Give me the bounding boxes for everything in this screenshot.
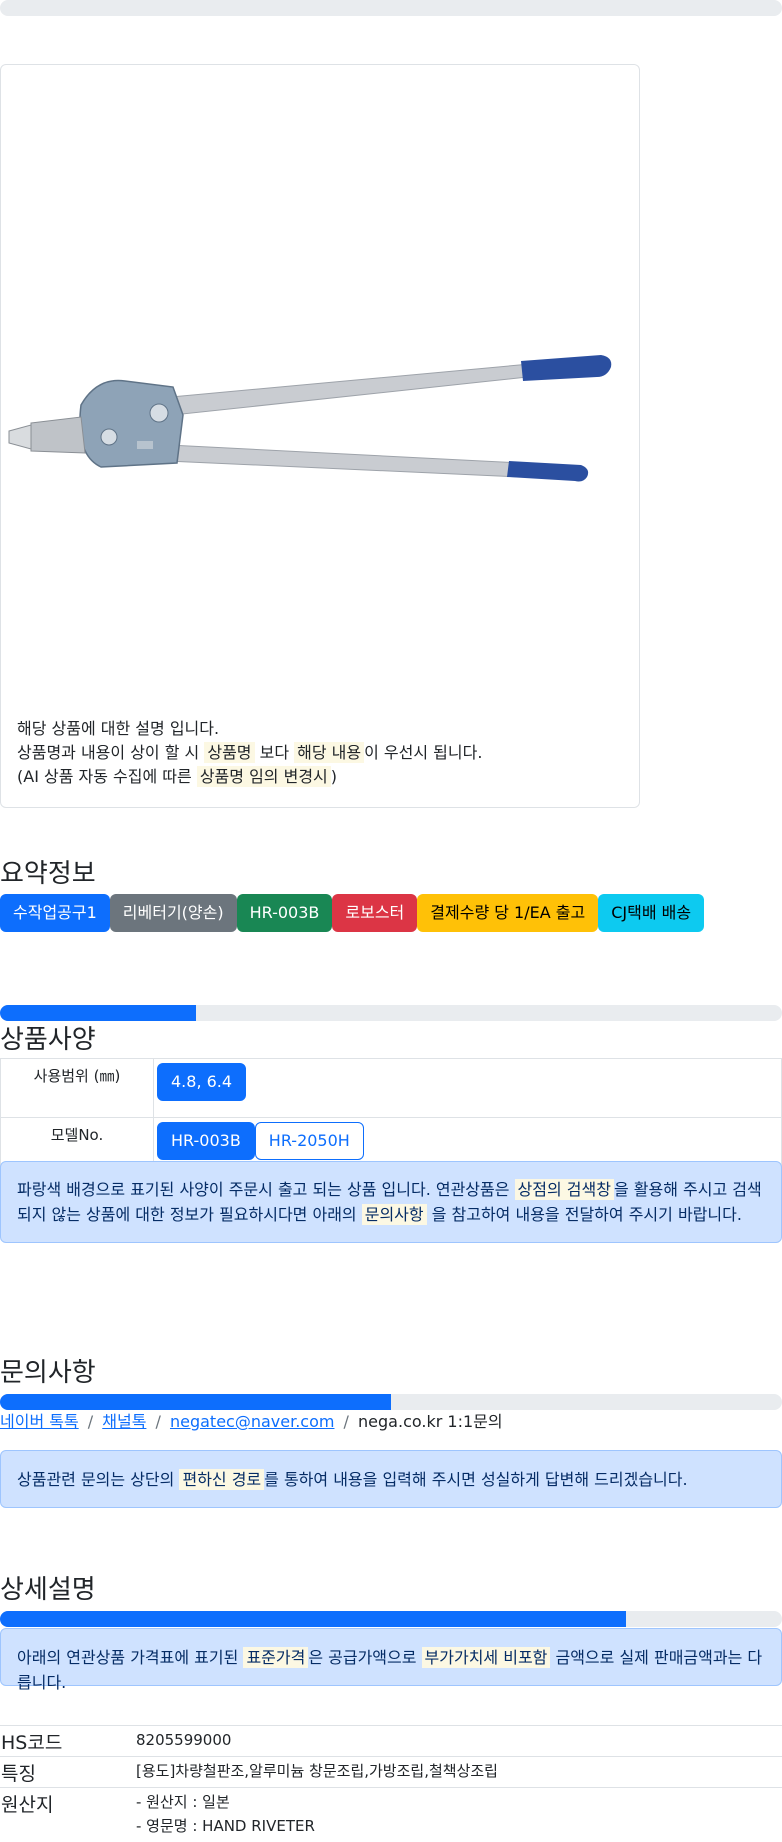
summary-badge: 로보스터 [332,894,417,932]
highlight-text: 편하신 경로 [179,1469,264,1490]
spec-row-label: 사용범위 (㎜) [1,1059,154,1118]
inquiry-link[interactable]: 채널톡 [102,1412,146,1431]
spec-table: 사용범위 (㎜)4.8, 6.4모델No.HR-003BHR-2050H [0,1058,782,1177]
detail-notice: 아래의 연관상품 가격표에 표기된 표준가격은 공급가액으로 부가가치세 비포함… [0,1628,782,1686]
link-separator: / [146,1412,170,1431]
text-segment: (AI 상품 자동 수집에 따른 [17,767,197,786]
detail-info-table: HS코드8205599000특징[용도]차량철판조,알루미늄 창문조립,가방조립… [0,1725,782,1842]
info-value: - 원산지 : 일본 [136,1790,782,1814]
spec-row: 사용범위 (㎜)4.8, 6.4 [1,1059,782,1118]
description-line: (AI 상품 자동 수집에 따른 상품명 임의 변경시) [17,765,482,789]
summary-badge: 수작업공구1 [0,894,110,932]
inquiry-progress-fill [0,1394,391,1410]
link-separator: / [334,1412,358,1431]
text-segment: 상품관련 문의는 상단의 [17,1470,179,1489]
text-segment: 아래의 연관상품 가격표에 표기된 [17,1648,243,1667]
text-segment: 을 참고하여 내용을 전달하여 주시기 바랍니다. [427,1205,742,1224]
info-values: - 원산지 : 일본- 영문명 : HAND RIVETER [136,1788,782,1842]
spec-option-button[interactable]: 4.8, 6.4 [157,1063,246,1101]
inquiry-title: 문의사항 [0,1352,96,1389]
text-segment: 보다 [255,743,295,762]
text-segment: 해당 상품에 대한 설명 입니다. [17,719,219,738]
highlight-text: 상품명 [204,742,254,763]
info-label: 원산지 [0,1788,136,1842]
spec-option-button[interactable]: HR-003B [157,1122,255,1160]
info-value: 8205599000 [136,1728,782,1752]
spec-progress-bar [0,1005,782,1021]
highlight-text: 문의사항 [362,1204,427,1225]
summary-badges: 수작업공구1리베터기(양손)HR-003B로보스터결제수량 당 1/EA 출고C… [0,894,704,932]
spec-row-options: 4.8, 6.4 [154,1059,782,1118]
inquiry-progress-bar [0,1394,782,1410]
info-values: [용도]차량철판조,알루미늄 창문조립,가방조립,철책상조립 [136,1757,782,1788]
text-segment: 를 통하여 내용을 입력해 주시면 성실하게 답변해 드리겠습니다. [264,1470,687,1489]
link-separator: / [79,1412,103,1431]
spec-notice: 파랑색 배경으로 표기된 사양이 주문시 출고 되는 상품 입니다. 연관상품은… [0,1161,782,1243]
text-segment: 은 공급가액으로 [308,1648,421,1667]
highlight-text: 상점의 검색창 [515,1179,614,1200]
summary-badge: CJ택배 배송 [598,894,704,932]
summary-title: 요약정보 [0,853,96,890]
summary-badge: HR-003B [237,894,333,932]
top-progress-bar [0,0,782,16]
highlight-text: 상품명 임의 변경시 [197,766,331,787]
text-segment: 상품명과 내용이 상이 할 시 [17,743,204,762]
info-value: - 영문명 : HAND RIVETER [136,1814,782,1838]
info-row: 특징[용도]차량철판조,알루미늄 창문조립,가방조립,철책상조립 [0,1757,782,1788]
detail-progress-bar [0,1611,782,1627]
inquiry-link[interactable]: negatec@naver.com [170,1412,334,1431]
product-image-card: 해당 상품에 대한 설명 입니다. 상품명과 내용이 상이 할 시 상품명 보다… [0,64,640,808]
spec-title: 상품사양 [0,1019,96,1056]
inquiry-links: 네이버 톡톡 / 채널톡 / negatec@naver.com / nega.… [0,1410,503,1434]
info-value: [용도]차량철판조,알루미늄 창문조립,가방조립,철책상조립 [136,1759,782,1783]
info-row: 원산지- 원산지 : 일본- 영문명 : HAND RIVETER [0,1788,782,1842]
info-label: 특징 [0,1757,136,1788]
highlight-text: 부가가치세 비포함 [422,1647,551,1668]
inquiry-notice: 상품관련 문의는 상단의 편하신 경로를 통하여 내용을 입력해 주시면 성실하… [0,1450,782,1508]
detail-title: 상세설명 [0,1569,96,1606]
inquiry-link[interactable]: 네이버 톡톡 [0,1412,79,1431]
text-segment: 이 우선시 됩니다. [364,743,482,762]
highlight-text: 해당 내용 [294,742,364,763]
spec-option-button[interactable]: HR-2050H [255,1122,364,1160]
inquiry-text: nega.co.kr 1:1문의 [358,1412,503,1431]
product-image [1,305,639,725]
product-description: 해당 상품에 대한 설명 입니다. 상품명과 내용이 상이 할 시 상품명 보다… [17,717,482,789]
text-segment: 파랑색 배경으로 표기된 사양이 주문시 출고 되는 상품 입니다. 연관상품은 [17,1180,515,1199]
info-row: HS코드8205599000 [0,1726,782,1757]
info-label: HS코드 [0,1726,136,1757]
detail-progress-fill [0,1611,626,1627]
info-values: 8205599000 [136,1726,782,1757]
description-line: 상품명과 내용이 상이 할 시 상품명 보다 해당 내용이 우선시 됩니다. [17,741,482,765]
summary-badge: 리베터기(양손) [110,894,237,932]
description-line: 해당 상품에 대한 설명 입니다. [17,717,482,741]
text-segment: ) [331,767,337,786]
highlight-text: 표준가격 [243,1647,308,1668]
summary-badge: 결제수량 당 1/EA 출고 [417,894,598,932]
